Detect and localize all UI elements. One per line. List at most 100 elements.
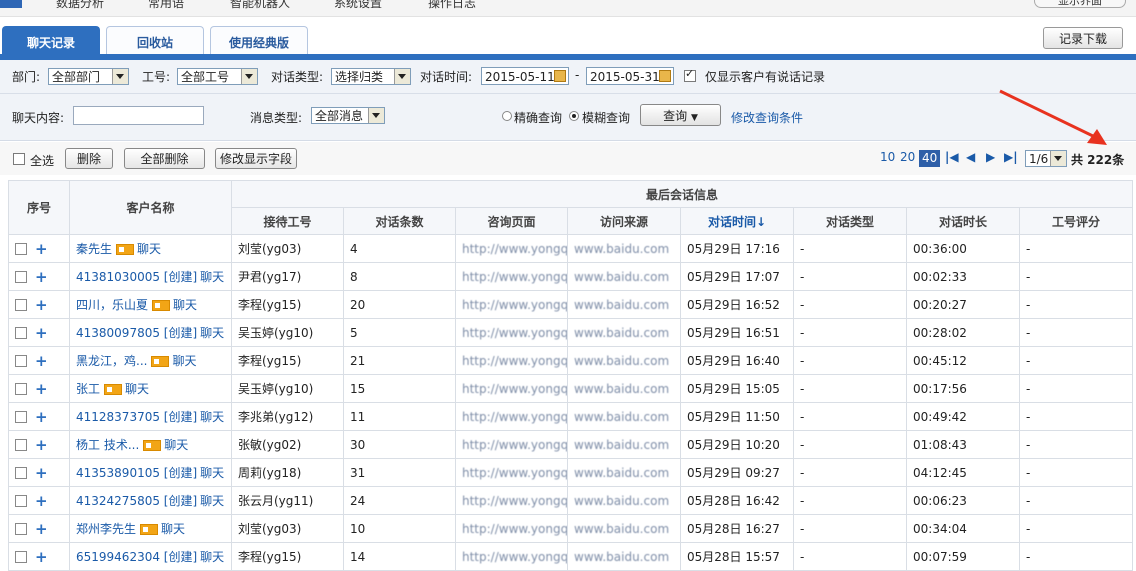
header-staff[interactable]: 接待工号 (231, 207, 344, 235)
source-url[interactable]: www.baidu.com (574, 242, 669, 256)
nav-item-robot[interactable]: 智能机器人 (230, 0, 290, 11)
page-size-20[interactable]: 20 (900, 150, 915, 164)
customer-name-link[interactable]: 41380097805 [创建] (76, 326, 197, 340)
expand-plus-icon[interactable]: + (35, 494, 48, 509)
expand-plus-icon[interactable]: + (35, 438, 48, 453)
header-type[interactable]: 对话类型 (793, 207, 907, 235)
select-all-checkbox[interactable] (13, 153, 25, 165)
chat-link[interactable]: 聊天 (200, 466, 224, 480)
customer-name-link[interactable]: 41324275805 [创建] (76, 494, 197, 508)
customer-name-link[interactable]: 张工 (76, 382, 100, 396)
header-page[interactable]: 咨询页面 (455, 207, 568, 235)
page-url[interactable]: http://www.yongqua (462, 550, 567, 564)
page-url[interactable]: http://www.yongqua (462, 326, 567, 340)
row-checkbox[interactable] (15, 523, 27, 535)
source-url[interactable]: www.baidu.com (574, 494, 669, 508)
nav-item-data-analysis[interactable]: 数据分析 (56, 0, 104, 11)
chat-link[interactable]: 聊天 (200, 410, 224, 424)
last-page-icon[interactable]: ▶| (1004, 150, 1018, 164)
header-source[interactable]: 访问来源 (567, 207, 681, 235)
visitor-card-icon[interactable] (152, 300, 171, 311)
customer-name-link[interactable]: 秦先生 (76, 242, 112, 256)
row-checkbox[interactable] (15, 495, 27, 507)
visitor-card-icon[interactable] (143, 440, 162, 451)
source-url[interactable]: www.baidu.com (574, 270, 669, 284)
customer-name-link[interactable]: 41381030005 [创建] (76, 270, 197, 284)
query-button[interactable]: 查询 ▼ (640, 104, 721, 126)
expand-plus-icon[interactable]: + (35, 410, 48, 425)
chat-link[interactable]: 聊天 (200, 550, 224, 564)
customer-name-link[interactable]: 65199462304 [创建] (76, 550, 197, 564)
row-checkbox[interactable] (15, 243, 27, 255)
source-url[interactable]: www.baidu.com (574, 326, 669, 340)
customer-name-link[interactable]: 郑州李先生 (76, 522, 136, 536)
calendar-icon[interactable] (554, 70, 566, 82)
visitor-card-icon[interactable] (104, 384, 123, 395)
chat-link[interactable]: 聊天 (161, 522, 185, 536)
row-checkbox[interactable] (15, 355, 27, 367)
tab-recycle-bin[interactable]: 回收站 (106, 26, 204, 54)
msg-type-select[interactable]: 全部消息 (311, 107, 385, 124)
source-url[interactable]: www.baidu.com (574, 382, 669, 396)
nav-item-settings[interactable]: 系统设置 (334, 0, 382, 11)
date-from-input[interactable]: 2015-05-11 (481, 67, 569, 85)
chat-content-input[interactable] (73, 106, 204, 125)
source-url[interactable]: www.baidu.com (574, 522, 669, 536)
row-checkbox[interactable] (15, 411, 27, 423)
page-size-10[interactable]: 10 (880, 150, 895, 164)
page-url[interactable]: http://www.yongqua (462, 494, 567, 508)
header-time[interactable]: 对话时间↓ (680, 207, 794, 235)
expand-plus-icon[interactable]: + (35, 522, 48, 537)
staff-select[interactable]: 全部工号 (177, 68, 258, 85)
page-url[interactable]: http://www.yongqua (462, 270, 567, 284)
only-customer-checkbox[interactable] (684, 67, 696, 82)
display-control-button[interactable]: 显示界面 (1034, 0, 1126, 8)
chat-link[interactable]: 聊天 (172, 354, 196, 368)
customer-name-link[interactable]: 四川，乐山夏 (76, 298, 148, 312)
chat-link[interactable]: 聊天 (173, 298, 197, 312)
source-url[interactable]: www.baidu.com (574, 354, 669, 368)
page-url[interactable]: http://www.yongqua (462, 242, 567, 256)
header-score[interactable]: 工号评分 (1018, 207, 1134, 235)
row-checkbox[interactable] (15, 383, 27, 395)
expand-plus-icon[interactable]: + (35, 354, 48, 369)
chat-link[interactable]: 聊天 (200, 494, 224, 508)
exact-search-radio[interactable] (502, 111, 512, 121)
visitor-card-icon[interactable] (151, 356, 170, 367)
delete-all-button[interactable]: 全部删除 (124, 148, 205, 169)
customer-name-link[interactable]: 杨工 技术... (76, 438, 139, 452)
delete-button[interactable]: 删除 (65, 148, 113, 169)
row-checkbox[interactable] (15, 327, 27, 339)
customer-name-link[interactable]: 41128373705 [创建] (76, 410, 197, 424)
page-select[interactable]: 1/6 (1025, 150, 1067, 167)
source-url[interactable]: www.baidu.com (574, 298, 669, 312)
calendar-icon[interactable] (659, 70, 671, 82)
customer-name-link[interactable]: 41353890105 [创建] (76, 466, 197, 480)
visitor-card-icon[interactable] (140, 524, 159, 535)
expand-plus-icon[interactable]: + (35, 382, 48, 397)
chat-link[interactable]: 聊天 (200, 270, 224, 284)
nav-item-logs[interactable]: 操作日志 (428, 0, 476, 11)
row-checkbox[interactable] (15, 271, 27, 283)
customer-name-link[interactable]: 黑龙江，鸡... (76, 354, 147, 368)
date-to-input[interactable]: 2015-05-31 (586, 67, 674, 85)
visitor-card-icon[interactable] (116, 244, 135, 255)
source-url[interactable]: www.baidu.com (574, 466, 669, 480)
chat-link[interactable]: 聊天 (164, 438, 188, 452)
row-checkbox[interactable] (15, 299, 27, 311)
next-page-icon[interactable]: ▶ (986, 150, 995, 164)
row-checkbox[interactable] (15, 551, 27, 563)
header-duration[interactable]: 对话时长 (906, 207, 1020, 235)
expand-plus-icon[interactable]: + (35, 298, 48, 313)
page-url[interactable]: http://www.yongqua (462, 522, 567, 536)
chat-link[interactable]: 聊天 (137, 242, 161, 256)
row-checkbox[interactable] (15, 439, 27, 451)
expand-plus-icon[interactable]: + (35, 270, 48, 285)
download-records-button[interactable]: 记录下载 (1043, 27, 1123, 49)
page-url[interactable]: http://www.yongqua (462, 466, 567, 480)
page-url[interactable]: http://www.yongqua (462, 298, 567, 312)
page-url[interactable]: http://www.yongqua (462, 354, 567, 368)
dept-select[interactable]: 全部部门 (48, 68, 129, 85)
nav-item-phrases[interactable]: 常用语 (148, 0, 184, 11)
source-url[interactable]: www.baidu.com (574, 410, 669, 424)
